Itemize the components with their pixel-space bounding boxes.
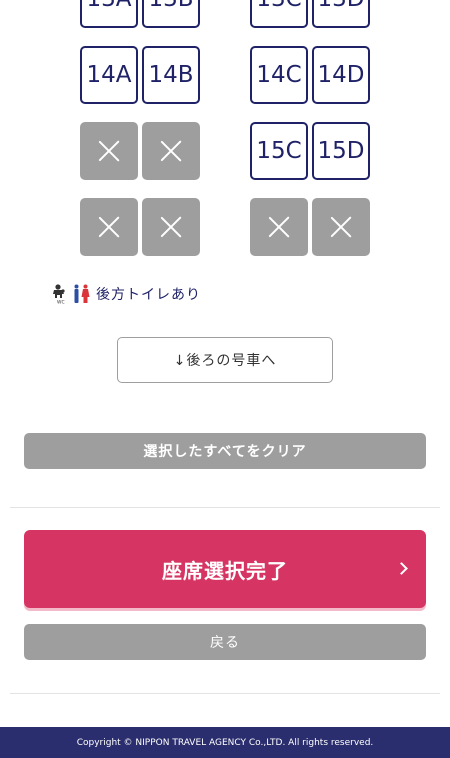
seat-15d[interactable]: 15D bbox=[312, 122, 370, 180]
seat-15c[interactable]: 15C bbox=[250, 122, 308, 180]
close-icon bbox=[160, 140, 182, 162]
next-car-button[interactable]: ↓後ろの号車へ bbox=[117, 337, 333, 383]
divider bbox=[10, 507, 440, 508]
seat-16b-unavailable bbox=[142, 198, 200, 256]
complete-seat-selection-button[interactable]: 座席選択完了 bbox=[24, 530, 426, 608]
seat-label: 15D bbox=[317, 138, 365, 164]
seat-13c[interactable]: 13C bbox=[250, 0, 308, 28]
close-icon bbox=[268, 216, 290, 238]
back-button[interactable]: 戻る bbox=[24, 624, 426, 660]
toilet-label: 後方トイレあり bbox=[96, 287, 201, 303]
close-icon bbox=[98, 216, 120, 238]
complete-button-label: 座席選択完了 bbox=[162, 558, 288, 583]
seat-16c-unavailable bbox=[250, 198, 308, 256]
seat-14c[interactable]: 14C bbox=[250, 46, 308, 104]
close-icon bbox=[160, 216, 182, 238]
seat-label: 13B bbox=[148, 0, 193, 12]
seat-14b[interactable]: 14B bbox=[142, 46, 200, 104]
svg-text:WC: WC bbox=[57, 300, 65, 305]
seat-label: 13C bbox=[256, 0, 301, 12]
divider bbox=[10, 693, 440, 694]
seat-label: 13D bbox=[318, 0, 365, 12]
seat-label: 14B bbox=[148, 62, 194, 88]
close-icon bbox=[98, 140, 120, 162]
seat-13a[interactable]: 13A bbox=[80, 0, 138, 28]
close-icon bbox=[330, 216, 352, 238]
baby-changing-wc-icon: WC bbox=[53, 284, 65, 305]
restroom-icon bbox=[74, 284, 90, 303]
seat-label: 15C bbox=[256, 138, 302, 164]
seat-15b-unavailable bbox=[142, 122, 200, 180]
seat-16a-unavailable bbox=[80, 198, 138, 256]
seat-15a-unavailable bbox=[80, 122, 138, 180]
copyright-text: Copyright © NIPPON TRAVEL AGENCY Co.,LTD… bbox=[76, 737, 374, 748]
seat-14a[interactable]: 14A bbox=[80, 46, 138, 104]
seat-label: 14C bbox=[256, 62, 302, 88]
seat-16d-unavailable bbox=[312, 198, 370, 256]
toilet-indicator: WC 後方トイレあり bbox=[52, 284, 201, 304]
seat-label: 13A bbox=[86, 0, 131, 12]
footer: Copyright © NIPPON TRAVEL AGENCY Co.,LTD… bbox=[0, 727, 450, 758]
seat-13b[interactable]: 13B bbox=[142, 0, 200, 28]
seat-14d[interactable]: 14D bbox=[312, 46, 370, 104]
chevron-right-icon bbox=[395, 562, 408, 575]
seat-label: 14D bbox=[317, 62, 365, 88]
clear-selection-button[interactable]: 選択したすべてをクリア bbox=[24, 433, 426, 469]
seat-13d[interactable]: 13D bbox=[312, 0, 370, 28]
seat-label: 14A bbox=[86, 62, 132, 88]
